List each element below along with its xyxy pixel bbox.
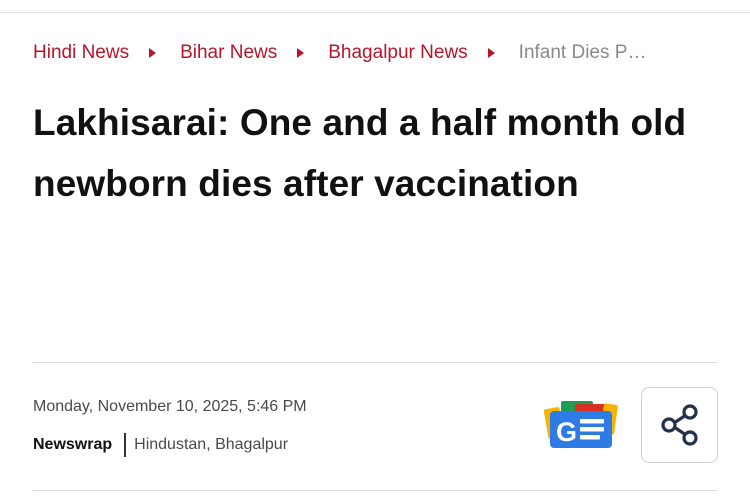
meta-divider [33, 362, 718, 363]
byline-divider [124, 433, 127, 457]
breadcrumb-separator-icon [297, 48, 305, 58]
article-headline: Lakhisarai: One and a half month old new… [33, 92, 733, 214]
breadcrumb-separator-icon [487, 48, 495, 58]
breadcrumb: Hindi News Bihar News Bhagalpur News Inf… [33, 40, 646, 66]
svg-text:G: G [556, 417, 577, 447]
headline-line-1: Lakhisarai: One and a half month old [33, 102, 687, 143]
google-news-icon: G [543, 401, 618, 448]
bottom-divider [33, 490, 718, 491]
share-button[interactable] [641, 387, 718, 463]
author-name[interactable]: Newswrap [33, 436, 112, 454]
google-news-button[interactable]: G [543, 398, 618, 450]
breadcrumb-hindi-news[interactable]: Hindi News [33, 42, 129, 64]
breadcrumb-separator-icon [149, 48, 157, 58]
share-icon [660, 404, 698, 446]
breadcrumb-current: Infant Dies P… [518, 42, 647, 63]
breadcrumb-bhagalpur-news[interactable]: Bhagalpur News [328, 42, 467, 64]
article-source: Hindustan, Bhagalpur [134, 436, 289, 453]
top-divider [0, 12, 750, 13]
publish-date: Monday, November 10, 2025, 5:46 PM [33, 398, 307, 415]
breadcrumb-bihar-news[interactable]: Bihar News [180, 42, 277, 64]
headline-line-2: newborn dies after vaccination [33, 163, 579, 204]
byline: Newswrap Hindustan, Bhagalpur [33, 433, 288, 457]
